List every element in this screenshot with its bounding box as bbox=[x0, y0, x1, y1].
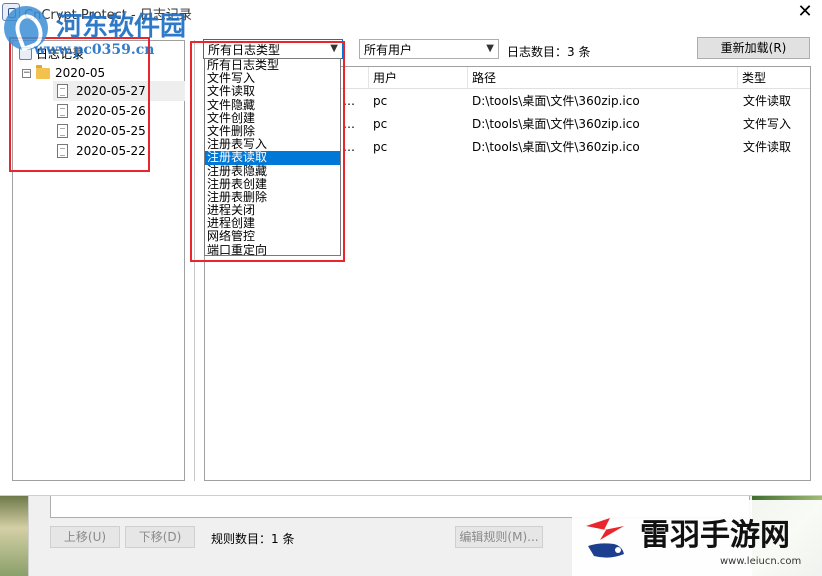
user-value: 所有用户 bbox=[364, 42, 413, 57]
rule-count-label: 规则数目：1 条 bbox=[211, 532, 295, 546]
log-type-select[interactable]: 所有日志类型 ▼ bbox=[203, 39, 343, 59]
chevron-down-icon: ▼ bbox=[330, 43, 338, 54]
log-window: CnCrypt Protect - 日志记录 ✕ 日志记录 − 2020-05 … bbox=[0, 0, 822, 496]
user-select[interactable]: 所有用户 ▼ bbox=[359, 39, 499, 59]
window-title: CnCrypt Protect - 日志记录 bbox=[24, 8, 192, 23]
chevron-down-icon: ▼ bbox=[486, 43, 494, 54]
panel-splitter[interactable] bbox=[194, 40, 195, 481]
dropdown-option[interactable]: 文件读取 bbox=[205, 85, 340, 98]
tree-root[interactable]: 日志记录 bbox=[19, 44, 84, 62]
tree-date-label: 2020-05-26 bbox=[76, 104, 146, 118]
reload-button[interactable]: 重新加载(R) bbox=[697, 37, 810, 59]
edit-rule-button[interactable]: 编辑规则(M)... bbox=[455, 526, 543, 548]
move-down-button[interactable]: 下移(D) bbox=[125, 526, 195, 548]
cell-user: pc bbox=[373, 94, 388, 108]
desktop-wallpaper-left bbox=[0, 496, 28, 576]
desktop-wallpaper-right bbox=[752, 496, 822, 576]
tree-date-label: 2020-05-22 bbox=[76, 144, 146, 158]
tree-root-label: 日志记录 bbox=[36, 46, 85, 61]
move-up-button[interactable]: 上移(U) bbox=[50, 526, 120, 548]
tree-month-node[interactable]: − 2020-05 bbox=[22, 64, 105, 82]
log-type-value: 所有日志类型 bbox=[208, 42, 281, 57]
cell-time: … bbox=[343, 94, 355, 108]
dropdown-option[interactable]: 文件删除 bbox=[205, 125, 340, 138]
tree-date-list: 2020-05-27 2020-05-26 2020-05-25 2020-05… bbox=[53, 81, 185, 161]
app-lock-icon bbox=[2, 3, 20, 21]
cell-user: pc bbox=[373, 117, 388, 131]
cell-time: … bbox=[343, 117, 355, 131]
folder-icon bbox=[36, 64, 50, 79]
tree-date-label: 2020-05-25 bbox=[76, 124, 146, 138]
log-type-dropdown[interactable]: 所有日志类型 文件写入 文件读取 文件隐藏 文件创建 文件删除 注册表写入 注册… bbox=[204, 58, 341, 256]
dropdown-option[interactable]: 所有日志类型 bbox=[205, 59, 340, 72]
dropdown-option[interactable]: 进程关闭 bbox=[205, 204, 340, 217]
tree-date-item[interactable]: 2020-05-27 bbox=[53, 81, 185, 101]
cell-path: D:\tools\桌面\文件\360zip.ico bbox=[472, 140, 640, 154]
cell-type: 文件写入 bbox=[743, 117, 792, 131]
tree-date-label: 2020-05-27 bbox=[76, 84, 146, 98]
log-icon bbox=[19, 46, 32, 60]
tree-month-label: 2020-05 bbox=[55, 66, 106, 80]
dropdown-option[interactable]: 文件隐藏 bbox=[205, 99, 340, 112]
document-icon bbox=[57, 144, 68, 158]
cell-path: D:\tools\桌面\文件\360zip.ico bbox=[472, 117, 640, 131]
dropdown-option-highlighted[interactable]: 注册表读取 bbox=[205, 151, 340, 165]
dropdown-option[interactable]: 注册表删除 bbox=[205, 191, 340, 204]
cell-user: pc bbox=[373, 140, 388, 154]
log-count-label: 日志数目：3 条 bbox=[507, 45, 591, 59]
dropdown-option[interactable]: 网络管控 bbox=[205, 230, 340, 243]
column-header-user[interactable]: 用户 bbox=[369, 67, 468, 89]
dropdown-option[interactable]: 端口重定向 bbox=[205, 244, 340, 257]
collapse-icon[interactable]: − bbox=[22, 68, 31, 78]
dropdown-option[interactable]: 注册表创建 bbox=[205, 178, 340, 191]
cell-type: 文件读取 bbox=[743, 94, 792, 108]
cell-path: D:\tools\桌面\文件\360zip.ico bbox=[472, 94, 640, 108]
dropdown-option[interactable]: 进程创建 bbox=[205, 217, 340, 230]
dropdown-option[interactable]: 注册表隐藏 bbox=[205, 165, 340, 178]
cell-type: 文件读取 bbox=[743, 140, 792, 154]
document-icon bbox=[57, 124, 68, 138]
document-icon bbox=[57, 84, 68, 98]
background-rule-list bbox=[50, 496, 750, 518]
tree-date-item[interactable]: 2020-05-26 bbox=[53, 101, 185, 121]
document-icon bbox=[57, 104, 68, 118]
dropdown-option[interactable]: 注册表写入 bbox=[205, 138, 340, 151]
column-header-path[interactable]: 路径 bbox=[468, 67, 738, 89]
column-header-type[interactable]: 类型 bbox=[738, 67, 810, 89]
cell-time: … bbox=[343, 140, 355, 154]
title-bar[interactable]: CnCrypt Protect - 日志记录 ✕ bbox=[0, 0, 822, 28]
dropdown-option[interactable]: 文件创建 bbox=[205, 112, 340, 125]
tree-date-item[interactable]: 2020-05-25 bbox=[53, 121, 185, 141]
log-tree[interactable]: 日志记录 − 2020-05 2020-05-27 2020-05-26 202… bbox=[12, 40, 185, 481]
tree-date-item[interactable]: 2020-05-22 bbox=[53, 141, 185, 161]
close-icon[interactable]: ✕ bbox=[794, 1, 816, 23]
dropdown-option[interactable]: 文件写入 bbox=[205, 72, 340, 85]
